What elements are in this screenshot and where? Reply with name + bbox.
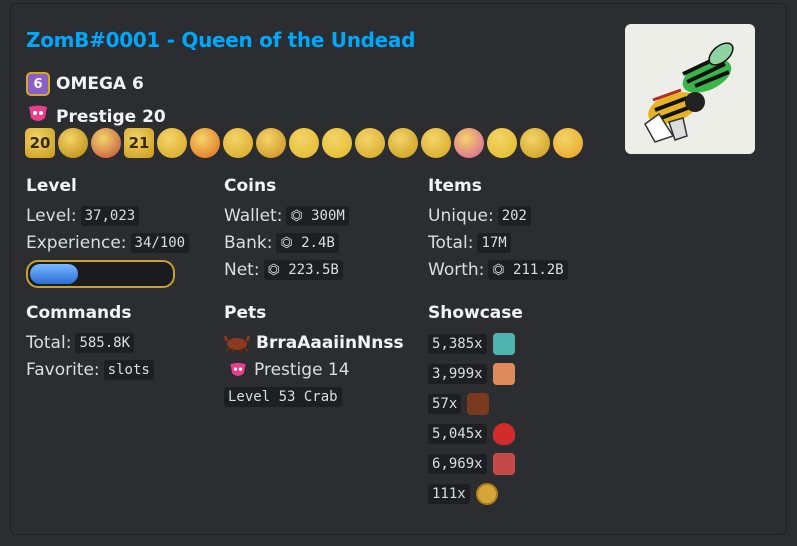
pet-prestige-mask-icon	[228, 361, 248, 379]
omega-badge-icon: 6	[26, 72, 50, 96]
experience-progress-fill	[30, 264, 78, 284]
level-section: Level Level: 37,023 Experience: 34/100	[26, 176, 190, 288]
showcase-count: 5,385x	[428, 334, 487, 354]
level-value: 37,023	[80, 205, 140, 226]
achievement-badge-icon	[322, 128, 352, 158]
bank-label: Bank:	[224, 232, 273, 253]
bank-value: ⏣ 2.4B	[276, 232, 339, 253]
items-heading: Items	[428, 176, 482, 196]
unique-label: Unique:	[428, 205, 494, 226]
prestige-line: Prestige 20	[26, 104, 166, 129]
achievement-badge-icon	[256, 128, 286, 158]
omega-label: OMEGA 6	[56, 74, 144, 94]
net-value: ⏣ 223.5B	[263, 259, 343, 280]
achievement-badge-icon	[157, 128, 187, 158]
experience-progress-bar	[26, 260, 175, 288]
pet-level: Level 53 Crab	[224, 386, 342, 407]
showcase-count: 111x	[428, 484, 470, 504]
total-items-value: 17M	[477, 232, 511, 253]
bear-icon	[467, 393, 490, 415]
badges-row: 20 21	[25, 128, 583, 158]
showcase-count: 57x	[428, 394, 462, 414]
showcase-item: 5,045x	[428, 419, 523, 449]
achievement-badge-icon	[58, 128, 88, 158]
showcase-item: 57x	[428, 389, 523, 419]
prestige-mask-icon	[26, 104, 50, 129]
omega-coin-icon	[475, 483, 498, 505]
pet-name: BrraAaaiinNnss	[256, 332, 404, 353]
level-heading: Level	[26, 176, 77, 196]
experience-value: 34/100	[130, 232, 190, 253]
achievement-badge-icon	[553, 128, 583, 158]
net-label: Net:	[224, 259, 260, 280]
achievement-badge-icon	[520, 128, 550, 158]
favorite-value: slots	[103, 359, 154, 380]
showcase-count: 3,999x	[428, 364, 487, 384]
achievement-badge-icon	[421, 128, 451, 158]
pet-prestige: Prestige 14	[254, 359, 350, 380]
meat-icon	[492, 453, 515, 475]
showcase-item: 5,385x	[428, 329, 523, 359]
profile-title[interactable]: ZomB#0001 - Queen of the Undead	[26, 28, 415, 52]
pets-heading: Pets	[224, 303, 267, 323]
heart-potion-icon	[492, 423, 515, 445]
favorite-label: Favorite:	[26, 359, 100, 380]
experience-label: Experience:	[26, 232, 127, 253]
omega-line: 6 OMEGA 6	[26, 72, 144, 96]
showcase-count: 6,969x	[428, 454, 487, 474]
crab-icon	[224, 333, 250, 353]
commands-heading: Commands	[26, 303, 132, 323]
bee-icon	[644, 42, 734, 143]
commands-total-value: 585.8K	[75, 332, 135, 353]
achievement-badge-icon: 20	[25, 128, 55, 158]
achievement-badge-icon	[388, 128, 418, 158]
achievement-badge-icon: 21	[124, 128, 154, 158]
bee-thumbnail	[625, 24, 755, 154]
achievement-badge-icon	[355, 128, 385, 158]
showcase-section: Showcase 5,385x 3,999x 57x 5,045x 6,969x 111x	[428, 303, 523, 509]
commands-total-label: Total:	[26, 332, 72, 353]
level-label: Level:	[26, 205, 77, 226]
pets-section: Pets BrraAaaiinNnss Prestige 14 Level 53…	[224, 303, 404, 410]
showcase-item: 111x	[428, 479, 523, 509]
achievement-badge-icon	[454, 128, 484, 158]
showcase-list: 5,385x 3,999x 57x 5,045x 6,969x 111x	[428, 329, 523, 509]
achievement-badge-icon	[289, 128, 319, 158]
pizza-icon	[492, 363, 515, 385]
achievement-badge-icon	[223, 128, 253, 158]
commands-section: Commands Total: 585.8K Favorite: slots	[26, 303, 154, 383]
unique-value: 202	[497, 205, 531, 226]
achievement-badge-icon	[91, 128, 121, 158]
total-items-label: Total:	[428, 232, 474, 253]
treasure-chest-icon	[492, 333, 515, 355]
showcase-count: 5,045x	[428, 424, 487, 444]
showcase-item: 3,999x	[428, 359, 523, 389]
showcase-item: 6,969x	[428, 449, 523, 479]
achievement-badge-icon	[190, 128, 220, 158]
worth-label: Worth:	[428, 259, 485, 280]
worth-value: ⏣ 211.2B	[488, 259, 568, 280]
wallet-label: Wallet:	[224, 205, 283, 226]
showcase-heading: Showcase	[428, 303, 523, 323]
prestige-label: Prestige 20	[56, 106, 166, 127]
wallet-value: ⏣ 300M	[286, 205, 349, 226]
coins-heading: Coins	[224, 176, 277, 196]
coins-section: Coins Wallet: ⏣ 300M Bank: ⏣ 2.4B Net: ⏣ 22…	[224, 176, 349, 283]
items-section: Items Unique: 202 Total: 17M Worth: ⏣ 211.2…	[428, 176, 568, 283]
achievement-badge-icon	[487, 128, 517, 158]
